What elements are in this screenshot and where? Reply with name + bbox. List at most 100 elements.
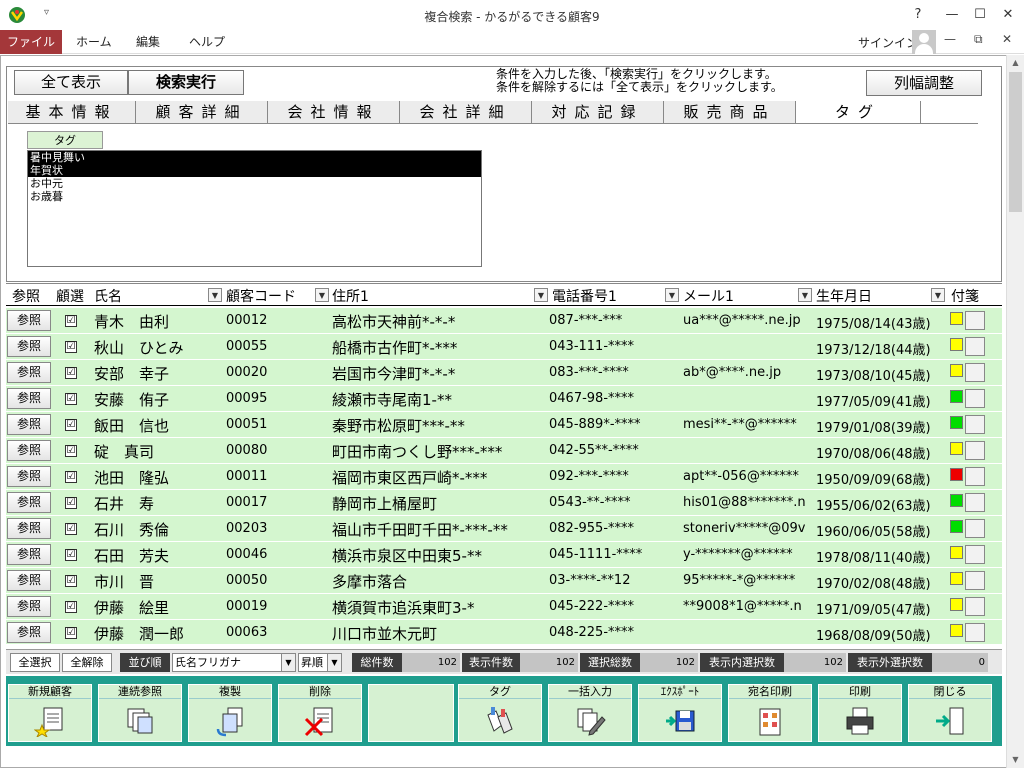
col-code[interactable]: 顧客コード (226, 286, 296, 306)
col-name[interactable]: 氏名 (94, 286, 122, 306)
col-mail[interactable]: メール1 (683, 286, 734, 306)
close-button[interactable]: 閉じる (908, 684, 992, 742)
tag-button[interactable]: タグ (458, 684, 542, 742)
tag-edit-button[interactable] (965, 337, 985, 356)
tag-edit-button[interactable] (965, 623, 985, 642)
tag-edit-button[interactable] (965, 571, 985, 590)
sort-field-select[interactable]: 氏名フリガナ ▼ (172, 653, 296, 672)
ref-button[interactable]: 参照 (7, 388, 51, 409)
signin-link[interactable]: サインイン (858, 34, 918, 51)
col-address[interactable]: 住所1 (332, 286, 369, 306)
tag-option-newyear[interactable]: 年賀状 (28, 164, 481, 177)
phone-sort-dropdown-icon[interactable]: ▼ (665, 288, 679, 302)
print-button[interactable]: 印刷 (818, 684, 902, 742)
tag-option-ochugen[interactable]: お中元 (28, 177, 481, 190)
table-row[interactable]: 参照 ☑ 池田 隆弘 00011 福岡市東区西戸崎*-*** 092-***-**** ap… (6, 464, 1002, 490)
tag-edit-button[interactable] (965, 493, 985, 512)
birth-sort-dropdown-icon[interactable]: ▼ (931, 288, 945, 302)
tag-listbox[interactable]: 暑中見舞い 年賀状 お中元 お歳暮 (27, 150, 482, 267)
tag-edit-button[interactable] (965, 597, 985, 616)
minimize-button[interactable]: — (940, 4, 964, 26)
duplicate-button[interactable]: 複製 (188, 684, 272, 742)
select-checkbox[interactable]: ☑ (65, 341, 77, 353)
vertical-scrollbar[interactable]: ▲ ▼ (1006, 55, 1024, 768)
tab-home[interactable]: ホーム (76, 30, 112, 54)
select-checkbox[interactable]: ☑ (65, 393, 77, 405)
tag-option-oseibo[interactable]: お歳暮 (28, 190, 481, 203)
address-print-button[interactable]: 宛名印刷 (728, 684, 812, 742)
col-select[interactable]: 顧選 (56, 286, 84, 306)
ref-button[interactable]: 参照 (7, 596, 51, 617)
tab-edit[interactable]: 編集 (136, 30, 160, 54)
help-button[interactable]: ? (906, 4, 930, 26)
select-checkbox[interactable]: ☑ (65, 497, 77, 509)
select-checkbox[interactable]: ☑ (65, 445, 77, 457)
ref-button[interactable]: 参照 (7, 518, 51, 539)
tab-basic-info[interactable]: 基本情報 (8, 101, 136, 123)
tag-option-summer[interactable]: 暑中見舞い (28, 151, 481, 164)
tab-products[interactable]: 販売商品 (664, 101, 796, 123)
doc-minimize-button[interactable]: — (944, 32, 956, 46)
tag-edit-button[interactable] (965, 389, 985, 408)
bulk-input-button[interactable]: 一括入力 (548, 684, 632, 742)
tab-correspondence[interactable]: 対応記録 (532, 101, 664, 123)
column-width-button[interactable]: 列幅調整 (866, 70, 982, 96)
new-customer-button[interactable]: 新規顧客 (8, 684, 92, 742)
sort-order-select[interactable]: 昇順 ▼ (298, 653, 342, 672)
table-row[interactable]: 参照 ☑ 安藤 侑子 00095 綾瀬市寺尾南1-** 0467-98-**** 1977/… (6, 386, 1002, 412)
tag-edit-button[interactable] (965, 519, 985, 538)
select-checkbox[interactable]: ☑ (65, 315, 77, 327)
ref-button[interactable]: 参照 (7, 440, 51, 461)
scroll-thumb[interactable] (1009, 72, 1022, 212)
code-sort-dropdown-icon[interactable]: ▼ (315, 288, 329, 302)
scroll-down-icon[interactable]: ▼ (1007, 752, 1024, 768)
table-row[interactable]: 参照 ☑ 飯田 信也 00051 秦野市松原町***-** 045-889*-**** me… (6, 412, 1002, 438)
tab-tags[interactable]: タグ (796, 101, 921, 123)
select-checkbox[interactable]: ☑ (65, 367, 77, 379)
select-checkbox[interactable]: ☑ (65, 627, 77, 639)
ref-button[interactable]: 参照 (7, 544, 51, 565)
tab-file[interactable]: ファイル (0, 30, 62, 54)
close-window-button[interactable]: ✕ (996, 4, 1020, 26)
export-button[interactable]: ｴｸｽﾎﾟｰﾄ (638, 684, 722, 742)
mail-sort-dropdown-icon[interactable]: ▼ (798, 288, 812, 302)
deselect-all-button[interactable]: 全解除 (62, 653, 112, 672)
select-checkbox[interactable]: ☑ (65, 419, 77, 431)
tag-edit-button[interactable] (965, 363, 985, 382)
table-row[interactable]: 参照 ☑ 伊藤 潤一郎 00063 川口市並木元町 048-225-**** 1968/08… (6, 620, 1002, 644)
ref-button[interactable]: 参照 (7, 414, 51, 435)
table-row[interactable]: 参照 ☑ 石川 秀倫 00203 福山市千田町千田*-***-** 082-955-***… (6, 516, 1002, 542)
col-birth[interactable]: 生年月日 (816, 286, 872, 306)
tag-edit-button[interactable] (965, 545, 985, 564)
table-row[interactable]: 参照 ☑ 伊藤 絵里 00019 横須賀市追浜東町3-* 045-222-**** **90… (6, 594, 1002, 620)
select-checkbox[interactable]: ☑ (65, 549, 77, 561)
select-checkbox[interactable]: ☑ (65, 523, 77, 535)
table-row[interactable]: 参照 ☑ 石田 芳夫 00046 横浜市泉区中田東5-** 045-1111-**** y-… (6, 542, 1002, 568)
chevron-down-icon[interactable]: ▼ (327, 654, 341, 671)
search-execute-button[interactable]: 検索実行 (128, 70, 244, 95)
show-all-button[interactable]: 全て表示 (14, 70, 128, 95)
ref-button[interactable]: 参照 (7, 492, 51, 513)
address-sort-dropdown-icon[interactable]: ▼ (534, 288, 548, 302)
avatar[interactable] (912, 30, 936, 54)
table-row[interactable]: 参照 ☑ 安部 幸子 00020 岩国市今津町*-*-* 083-***-**** ab*@… (6, 360, 1002, 386)
table-row[interactable]: 参照 ☑ 石井 寿 00017 静岡市上桶屋町 0543-**-**** his01@88*… (6, 490, 1002, 516)
select-checkbox[interactable]: ☑ (65, 471, 77, 483)
table-row[interactable]: 参照 ☑ 碇 真司 00080 町田市南つくし野***-*** 042-55**-****… (6, 438, 1002, 464)
select-checkbox[interactable]: ☑ (65, 601, 77, 613)
select-all-button[interactable]: 全選択 (10, 653, 60, 672)
tag-edit-button[interactable] (965, 441, 985, 460)
tab-company-info[interactable]: 会社情報 (268, 101, 400, 123)
tab-company-detail[interactable]: 会社詳細 (400, 101, 532, 123)
ref-button[interactable]: 参照 (7, 362, 51, 383)
tab-help[interactable]: ヘルプ (189, 30, 225, 54)
doc-close-button[interactable]: ✕ (1002, 32, 1012, 46)
tab-customer-detail[interactable]: 顧客詳細 (136, 101, 268, 123)
continuous-ref-button[interactable]: 連続参照 (98, 684, 182, 742)
ref-button[interactable]: 参照 (7, 336, 51, 357)
tag-edit-button[interactable] (965, 311, 985, 330)
table-row[interactable]: 参照 ☑ 秋山 ひとみ 00055 船橋市古作町*-*** 043-111-**** 197… (6, 334, 1002, 360)
tag-edit-button[interactable] (965, 415, 985, 434)
doc-restore-button[interactable]: ⧉ (974, 32, 983, 47)
name-sort-dropdown-icon[interactable]: ▼ (208, 288, 222, 302)
